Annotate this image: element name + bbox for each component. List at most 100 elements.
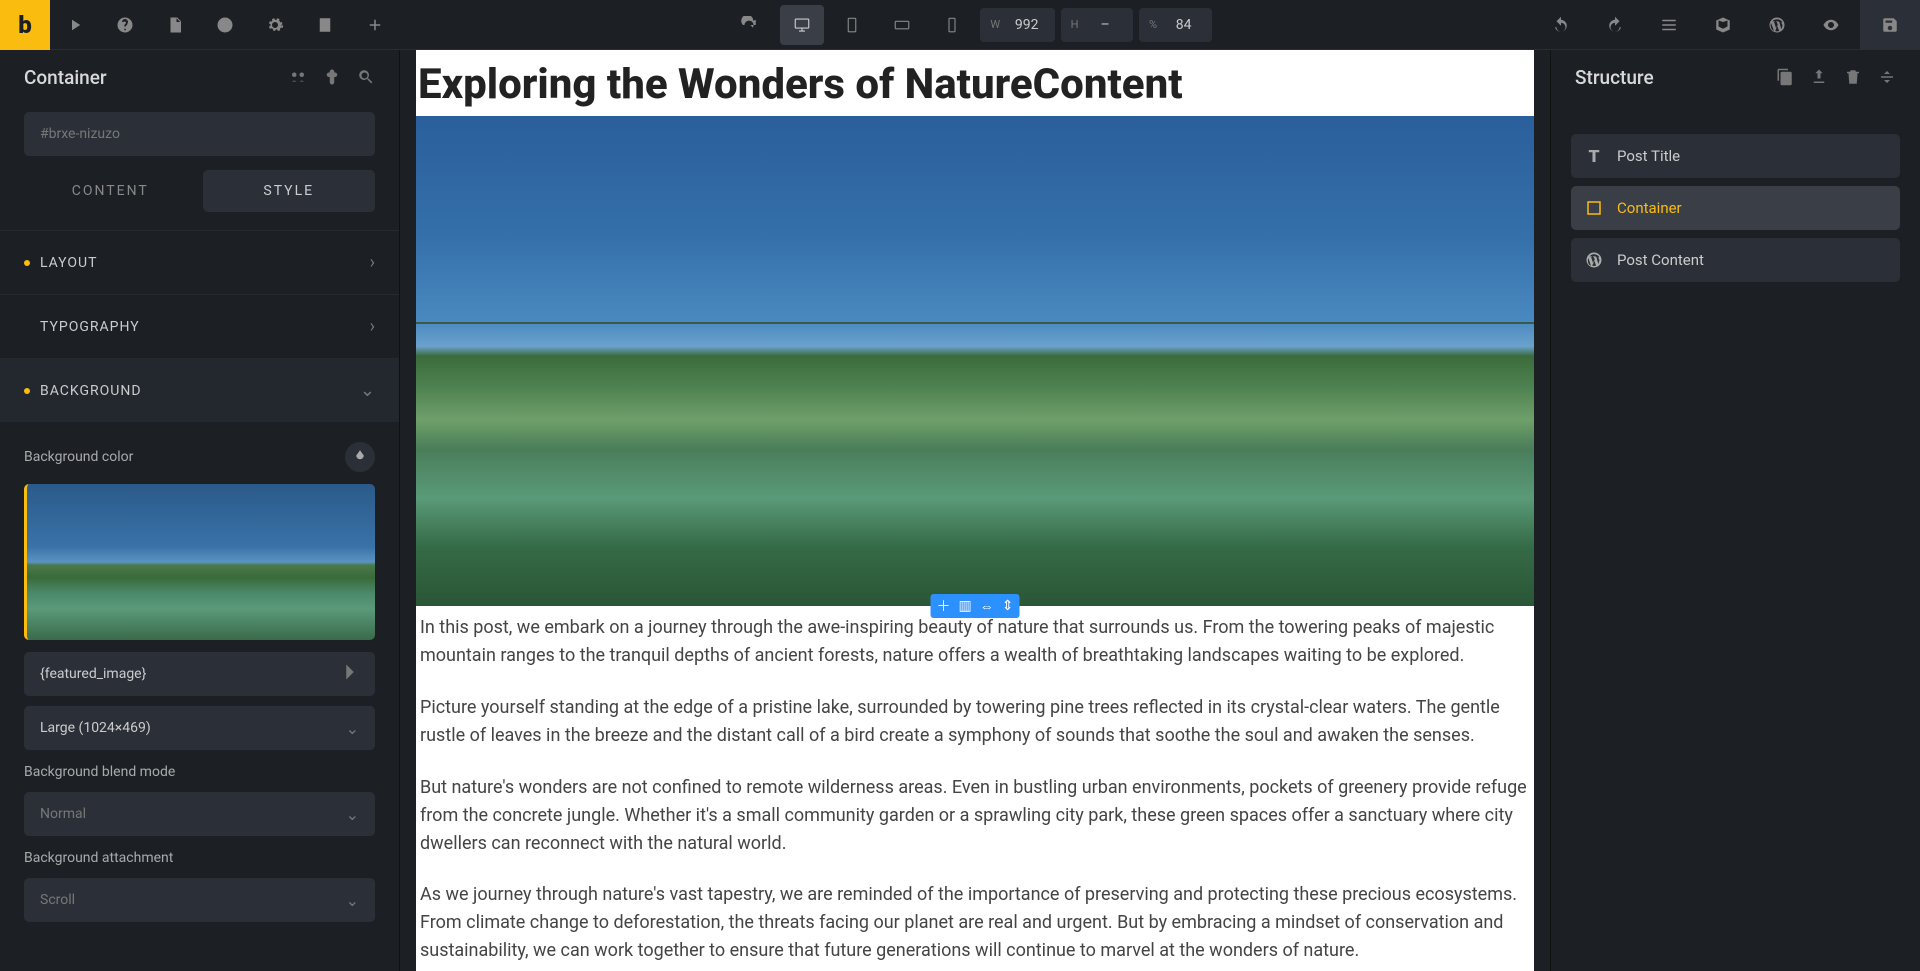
zoom-label: % [1141, 18, 1166, 31]
accordion-layout-label: LAYOUT [40, 255, 97, 271]
left-panel-header: Container [0, 50, 399, 104]
brush-icon[interactable] [323, 68, 341, 86]
reload-button[interactable] [724, 0, 774, 50]
canvas[interactable]: Exploring the Wonders of NatureContent ＋… [416, 50, 1534, 971]
height-box[interactable]: H – [1061, 8, 1133, 42]
structure-title: Structure [1575, 66, 1654, 89]
templates-button[interactable] [1698, 0, 1748, 50]
top-toolbar: b W 992 H – % 84 [0, 0, 1920, 50]
add-icon[interactable]: ＋ [937, 596, 951, 616]
structure-toggle-button[interactable] [1644, 0, 1694, 50]
bg-attach-select[interactable]: Scroll ⌄ [24, 878, 375, 922]
element-id-icon[interactable] [289, 68, 307, 86]
undo-button[interactable] [1536, 0, 1586, 50]
post-content[interactable]: In this post, we embark on a journey thr… [416, 606, 1534, 965]
container-element[interactable]: ＋ ▥ ⇔ ⇕ [416, 116, 1534, 606]
chevron-down-icon: ⌄ [346, 805, 359, 824]
preview-button[interactable] [1806, 0, 1856, 50]
accordion-background[interactable]: BACKGROUND ⌄ [0, 358, 399, 422]
bg-image-size-value: Large (1024×469) [40, 720, 151, 736]
height-label: H [1063, 18, 1087, 31]
text-icon [1585, 147, 1603, 165]
bg-image-source-value: {featured_image} [40, 666, 146, 682]
left-panel: Container #brxe-nizuzo CONTENT STYLE LAY… [0, 50, 400, 971]
wordpress-button[interactable] [1752, 0, 1802, 50]
tab-content[interactable]: CONTENT [24, 170, 197, 212]
height-value[interactable]: – [1091, 17, 1131, 33]
structure-item-container[interactable]: Container [1571, 186, 1900, 230]
expand-icon[interactable] [1878, 68, 1896, 86]
paragraph: Picture yourself standing at the edge of… [420, 694, 1530, 750]
zoom-value[interactable]: 84 [1170, 17, 1210, 33]
move-icon[interactable]: ⇔ [980, 598, 994, 615]
structure-actions [1776, 68, 1896, 86]
revisions-button[interactable] [200, 0, 250, 50]
bg-attach-value: Scroll [40, 892, 75, 908]
chevron-right-icon: › [370, 252, 375, 273]
bg-attach-label: Background attachment [24, 850, 375, 866]
tab-style[interactable]: STYLE [203, 170, 376, 212]
paragraph: In this post, we embark on a journey thr… [420, 614, 1530, 670]
right-panel-header: Structure [1551, 50, 1920, 104]
bg-color-row: Background color [24, 442, 375, 472]
logo[interactable]: b [0, 0, 50, 50]
structure-item-label: Container [1617, 199, 1682, 217]
accordion-background-label: BACKGROUND [40, 383, 142, 399]
copy-icon[interactable] [1776, 68, 1794, 86]
element-title: Container [24, 66, 107, 89]
left-tabs: CONTENT STYLE [24, 170, 375, 212]
accordion-typography[interactable]: TYPOGRAPHY › [0, 294, 399, 358]
viewport-tablet-portrait-button[interactable] [830, 5, 874, 45]
bg-image-size-select[interactable]: Large (1024×469) ⌄ [24, 706, 375, 750]
color-picker-button[interactable] [345, 442, 375, 472]
play-button[interactable] [50, 0, 100, 50]
zoom-box[interactable]: % 84 [1139, 8, 1212, 42]
background-settings: Background color {featured_image} Large … [0, 422, 399, 922]
viewport-desktop-button[interactable] [780, 5, 824, 45]
redo-button[interactable] [1590, 0, 1640, 50]
canvas-wrap: Exploring the Wonders of NatureContent ＋… [400, 50, 1550, 971]
settings-button[interactable] [250, 0, 300, 50]
stretch-icon[interactable]: ⇕ [1002, 598, 1014, 614]
structure-item-post-title[interactable]: Post Title [1571, 134, 1900, 178]
accordion-layout[interactable]: LAYOUT › [0, 230, 399, 294]
main-row: Container #brxe-nizuzo CONTENT STYLE LAY… [0, 50, 1920, 971]
add-element-button[interactable] [350, 0, 400, 50]
toolbar-center: W 992 H – % 84 [400, 0, 1536, 50]
chevron-right-icon: › [370, 316, 375, 337]
chevron-down-icon: ⌄ [346, 719, 359, 738]
width-label: W [982, 18, 1008, 31]
structure-item-label: Post Title [1617, 147, 1680, 165]
class-button[interactable] [300, 0, 350, 50]
paragraph: But nature's wonders are not confined to… [420, 774, 1530, 858]
search-icon[interactable] [357, 68, 375, 86]
columns-icon[interactable]: ▥ [959, 598, 972, 614]
paragraph: As we journey through nature's vast tape… [420, 881, 1530, 965]
chevron-down-icon: ⌄ [360, 380, 375, 401]
bg-blend-value: Normal [40, 806, 86, 822]
save-button[interactable] [1860, 0, 1920, 50]
bg-image-preview[interactable] [24, 484, 375, 640]
element-search[interactable]: #brxe-nizuzo [24, 112, 375, 156]
post-title[interactable]: Exploring the Wonders of NatureContent [416, 50, 1534, 116]
element-search-placeholder: #brxe-nizuzo [40, 126, 120, 142]
bg-blend-label: Background blend mode [24, 764, 375, 780]
right-panel: Structure Post Title Container Post Cont… [1550, 50, 1920, 971]
pages-button[interactable] [150, 0, 200, 50]
width-value[interactable]: 992 [1013, 17, 1053, 33]
container-icon [1585, 199, 1603, 217]
viewport-mobile-button[interactable] [930, 5, 974, 45]
wordpress-icon [1585, 251, 1603, 269]
element-action-bar: ＋ ▥ ⇔ ⇕ [931, 594, 1020, 618]
import-icon[interactable] [1810, 68, 1828, 86]
help-button[interactable] [100, 0, 150, 50]
viewport-tablet-landscape-button[interactable] [880, 5, 924, 45]
bg-image-source-select[interactable]: {featured_image} [24, 652, 375, 696]
delete-icon[interactable] [1844, 68, 1862, 86]
bg-blend-select[interactable]: Normal ⌄ [24, 792, 375, 836]
dynamic-data-icon[interactable] [341, 663, 359, 685]
toolbar-left: b [0, 0, 400, 50]
width-box[interactable]: W 992 [980, 8, 1054, 42]
structure-item-post-content[interactable]: Post Content [1571, 238, 1900, 282]
structure-list: Post Title Container Post Content [1551, 104, 1920, 282]
